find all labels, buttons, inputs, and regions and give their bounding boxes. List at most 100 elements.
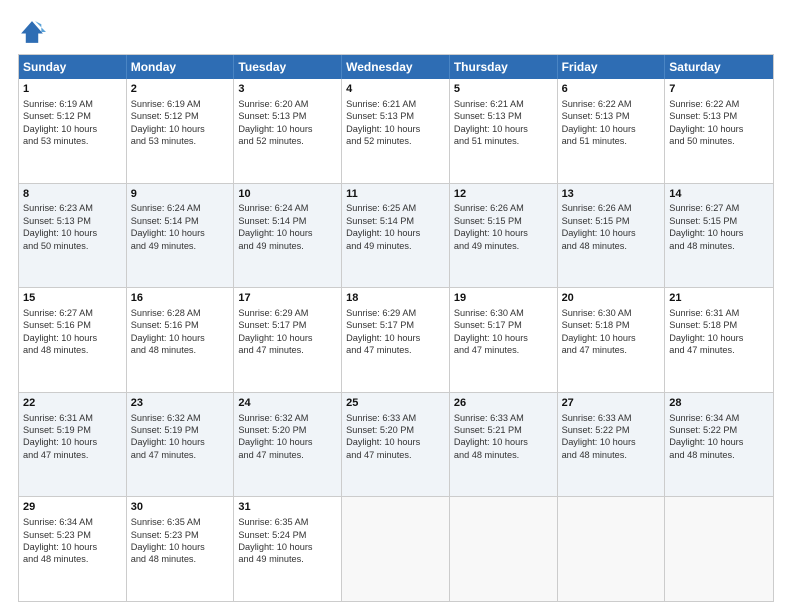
day-info-line: Daylight: 10 hours xyxy=(346,227,445,239)
day-number: 26 xyxy=(454,396,553,411)
day-info-line: Sunrise: 6:33 AM xyxy=(562,412,661,424)
day-info-line: Daylight: 10 hours xyxy=(454,436,553,448)
day-info-line: Sunrise: 6:35 AM xyxy=(131,516,230,528)
week-row-4: 22Sunrise: 6:31 AMSunset: 5:19 PMDayligh… xyxy=(19,392,773,497)
calendar-cell: 30Sunrise: 6:35 AMSunset: 5:23 PMDayligh… xyxy=(127,497,235,601)
day-info-line: and 51 minutes. xyxy=(562,135,661,147)
day-info-line: Sunset: 5:19 PM xyxy=(131,424,230,436)
day-number: 5 xyxy=(454,82,553,97)
day-info-line: Daylight: 10 hours xyxy=(562,123,661,135)
day-info-line: Sunset: 5:13 PM xyxy=(562,110,661,122)
day-info-line: Sunrise: 6:28 AM xyxy=(131,307,230,319)
day-info-line: Sunset: 5:20 PM xyxy=(346,424,445,436)
calendar-cell: 24Sunrise: 6:32 AMSunset: 5:20 PMDayligh… xyxy=(234,393,342,497)
day-info-line: Sunset: 5:17 PM xyxy=(346,319,445,331)
day-number: 14 xyxy=(669,187,769,202)
day-number: 28 xyxy=(669,396,769,411)
day-info-line: and 49 minutes. xyxy=(454,240,553,252)
day-info-line: and 50 minutes. xyxy=(669,135,769,147)
day-info-line: Sunrise: 6:27 AM xyxy=(669,202,769,214)
day-info-line: Sunset: 5:14 PM xyxy=(238,215,337,227)
day-number: 21 xyxy=(669,291,769,306)
day-info-line: Sunset: 5:23 PM xyxy=(131,529,230,541)
day-info-line: and 52 minutes. xyxy=(346,135,445,147)
calendar-cell: 21Sunrise: 6:31 AMSunset: 5:18 PMDayligh… xyxy=(665,288,773,392)
day-info-line: Sunset: 5:13 PM xyxy=(454,110,553,122)
day-info-line: Sunset: 5:22 PM xyxy=(562,424,661,436)
day-number: 6 xyxy=(562,82,661,97)
day-info-line: and 53 minutes. xyxy=(23,135,122,147)
calendar-cell xyxy=(450,497,558,601)
day-info-line: Daylight: 10 hours xyxy=(346,332,445,344)
day-info-line: and 48 minutes. xyxy=(669,449,769,461)
day-info-line: and 47 minutes. xyxy=(454,344,553,356)
day-number: 16 xyxy=(131,291,230,306)
day-info-line: and 48 minutes. xyxy=(131,553,230,565)
day-number: 18 xyxy=(346,291,445,306)
day-info-line: and 47 minutes. xyxy=(346,344,445,356)
day-number: 15 xyxy=(23,291,122,306)
day-number: 13 xyxy=(562,187,661,202)
day-info-line: Sunrise: 6:31 AM xyxy=(669,307,769,319)
calendar-cell: 20Sunrise: 6:30 AMSunset: 5:18 PMDayligh… xyxy=(558,288,666,392)
day-info-line: and 49 minutes. xyxy=(238,553,337,565)
calendar: Sunday Monday Tuesday Wednesday Thursday… xyxy=(18,54,774,602)
day-info-line: and 51 minutes. xyxy=(454,135,553,147)
day-info-line: Sunrise: 6:29 AM xyxy=(346,307,445,319)
day-info-line: Sunset: 5:22 PM xyxy=(669,424,769,436)
calendar-cell: 4Sunrise: 6:21 AMSunset: 5:13 PMDaylight… xyxy=(342,79,450,183)
day-info-line: Sunrise: 6:27 AM xyxy=(23,307,122,319)
week-row-3: 15Sunrise: 6:27 AMSunset: 5:16 PMDayligh… xyxy=(19,287,773,392)
day-info-line: Sunrise: 6:32 AM xyxy=(131,412,230,424)
day-info-line: Sunset: 5:13 PM xyxy=(23,215,122,227)
day-number: 25 xyxy=(346,396,445,411)
day-info-line: Sunrise: 6:19 AM xyxy=(131,98,230,110)
day-number: 20 xyxy=(562,291,661,306)
calendar-cell: 12Sunrise: 6:26 AMSunset: 5:15 PMDayligh… xyxy=(450,184,558,288)
day-info-line: Sunset: 5:14 PM xyxy=(346,215,445,227)
day-number: 7 xyxy=(669,82,769,97)
day-number: 27 xyxy=(562,396,661,411)
day-info-line: Sunrise: 6:22 AM xyxy=(562,98,661,110)
calendar-cell: 6Sunrise: 6:22 AMSunset: 5:13 PMDaylight… xyxy=(558,79,666,183)
day-info-line: Sunrise: 6:34 AM xyxy=(669,412,769,424)
calendar-cell: 26Sunrise: 6:33 AMSunset: 5:21 PMDayligh… xyxy=(450,393,558,497)
day-info-line: Sunset: 5:18 PM xyxy=(562,319,661,331)
day-info-line: and 48 minutes. xyxy=(131,344,230,356)
calendar-cell: 5Sunrise: 6:21 AMSunset: 5:13 PMDaylight… xyxy=(450,79,558,183)
page: Sunday Monday Tuesday Wednesday Thursday… xyxy=(0,0,792,612)
calendar-cell: 25Sunrise: 6:33 AMSunset: 5:20 PMDayligh… xyxy=(342,393,450,497)
day-info-line: Sunset: 5:12 PM xyxy=(23,110,122,122)
day-info-line: Sunset: 5:12 PM xyxy=(131,110,230,122)
calendar-cell: 31Sunrise: 6:35 AMSunset: 5:24 PMDayligh… xyxy=(234,497,342,601)
day-number: 29 xyxy=(23,500,122,515)
day-info-line: and 52 minutes. xyxy=(238,135,337,147)
day-info-line: Sunrise: 6:31 AM xyxy=(23,412,122,424)
calendar-cell: 17Sunrise: 6:29 AMSunset: 5:17 PMDayligh… xyxy=(234,288,342,392)
day-info-line: Daylight: 10 hours xyxy=(562,332,661,344)
day-info-line: Sunrise: 6:30 AM xyxy=(562,307,661,319)
header-wednesday: Wednesday xyxy=(342,55,450,79)
day-number: 23 xyxy=(131,396,230,411)
day-info-line: Daylight: 10 hours xyxy=(454,227,553,239)
day-info-line: Daylight: 10 hours xyxy=(131,436,230,448)
day-info-line: Daylight: 10 hours xyxy=(562,436,661,448)
day-number: 10 xyxy=(238,187,337,202)
day-info-line: Sunrise: 6:25 AM xyxy=(346,202,445,214)
day-info-line: Daylight: 10 hours xyxy=(669,436,769,448)
day-info-line: Daylight: 10 hours xyxy=(454,332,553,344)
day-info-line: Sunrise: 6:33 AM xyxy=(346,412,445,424)
day-info-line: and 49 minutes. xyxy=(238,240,337,252)
day-info-line: Sunset: 5:24 PM xyxy=(238,529,337,541)
header-sunday: Sunday xyxy=(19,55,127,79)
day-info-line: and 47 minutes. xyxy=(669,344,769,356)
day-number: 4 xyxy=(346,82,445,97)
calendar-cell: 14Sunrise: 6:27 AMSunset: 5:15 PMDayligh… xyxy=(665,184,773,288)
day-info-line: and 48 minutes. xyxy=(669,240,769,252)
day-info-line: Daylight: 10 hours xyxy=(23,227,122,239)
day-info-line: Sunrise: 6:24 AM xyxy=(131,202,230,214)
day-info-line: Daylight: 10 hours xyxy=(669,332,769,344)
header-friday: Friday xyxy=(558,55,666,79)
day-info-line: Sunset: 5:15 PM xyxy=(669,215,769,227)
day-info-line: Daylight: 10 hours xyxy=(669,123,769,135)
